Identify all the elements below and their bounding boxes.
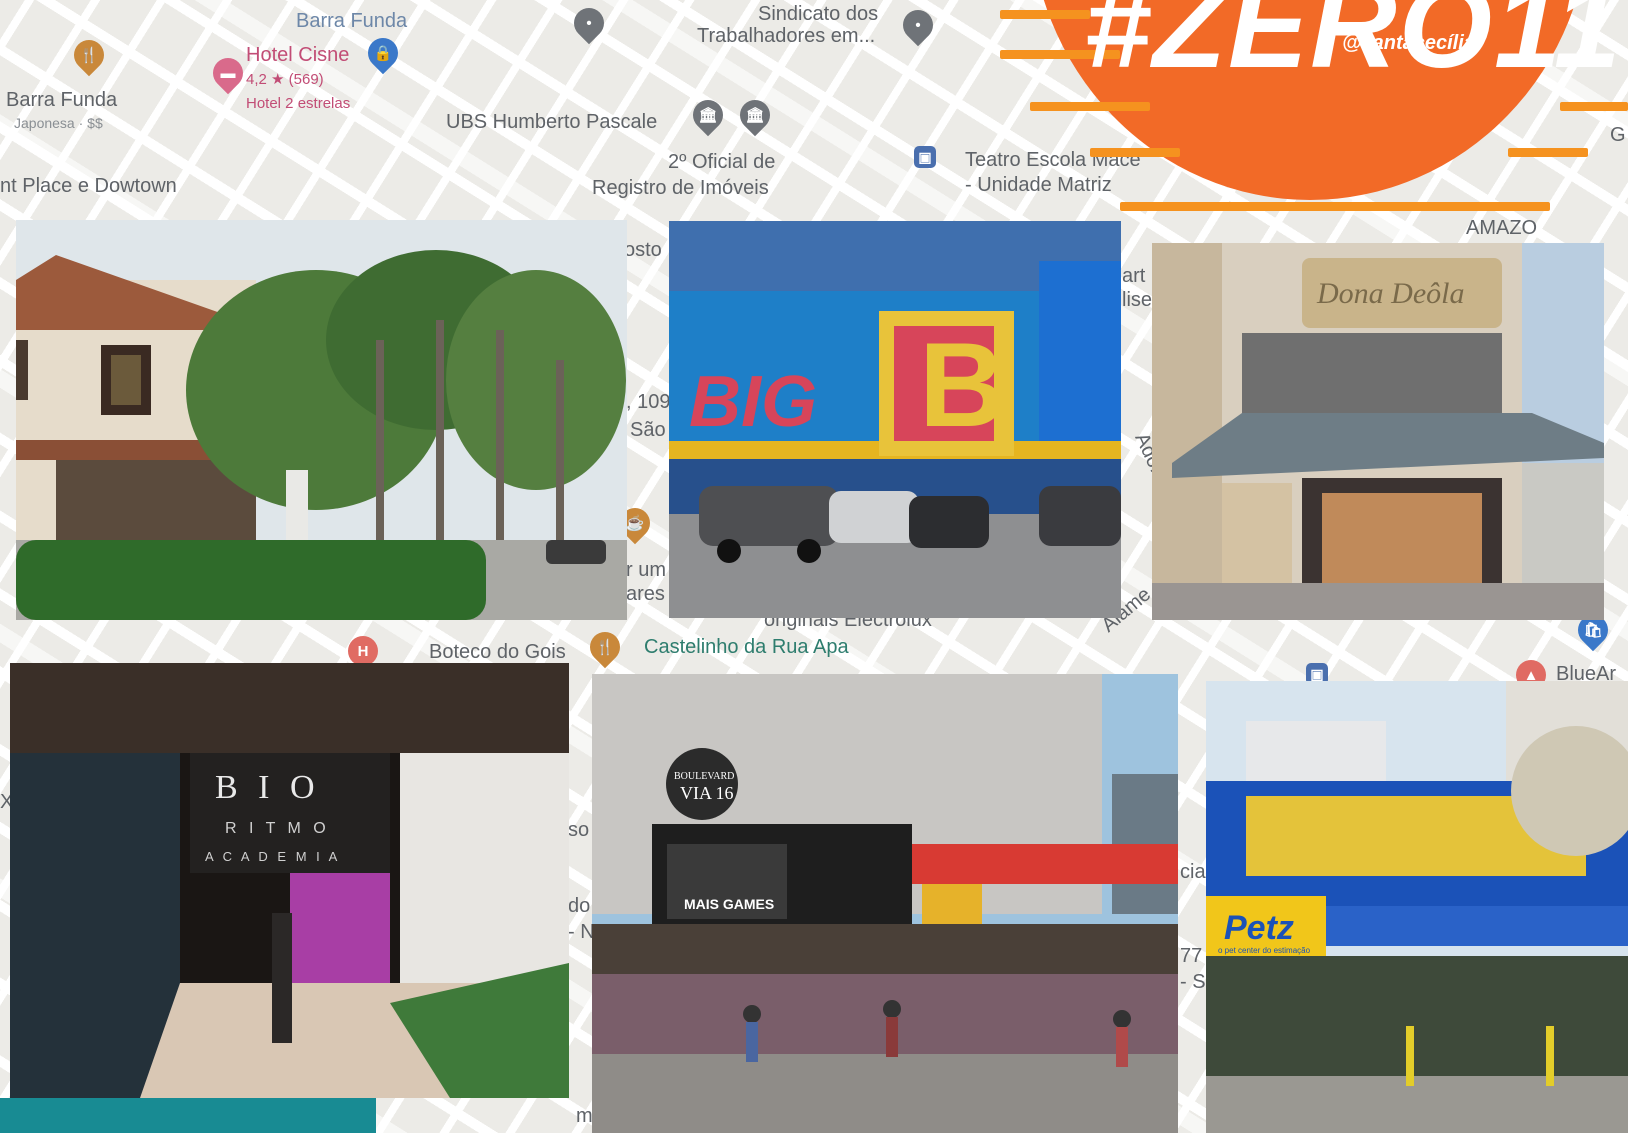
map-label-castelinho: Castelinho da Rua Apa — [644, 636, 849, 658]
map-label-ares: ares — [626, 583, 665, 605]
photo-petz-store: Petz o pet center do estimação — [1206, 681, 1628, 1133]
map-label-boteco: Boteco do Gois — [429, 641, 566, 663]
boulevard-sign-line1: BOULEVARD — [674, 771, 734, 782]
dona-deola-sign: Dona Deôla — [1316, 277, 1464, 310]
photo-big-supermarket: B BIG — [669, 221, 1121, 618]
map-label-hotel-rating: 4,2 ★ (569) — [246, 71, 324, 88]
map-label-sindicato: Sindicato dos — [758, 3, 879, 25]
location-pin-icon[interactable]: • — [896, 3, 940, 47]
restaurant-pin-icon[interactable]: 🍴 — [583, 625, 627, 669]
photo-dona-deola-bakery: Dona Deôla — [1152, 243, 1604, 620]
banner-stripe — [1030, 102, 1150, 111]
map-label-hotel-stars: Hotel 2 estrelas — [246, 95, 351, 112]
petz-sign: Petz — [1224, 909, 1294, 947]
bio-sign: B I O — [215, 769, 321, 806]
map-label-place-downtown: nt Place e Dowtown — [0, 175, 177, 197]
map-label-cia: cia — [1180, 861, 1206, 883]
zero11-banner: #ZERO11 @santacecília — [1000, 0, 1628, 230]
hotel-pin-icon[interactable]: ▬ — [206, 51, 250, 95]
map-label-num-77: 77 — [1180, 945, 1203, 967]
bus-stop-icon[interactable]: ▣ — [914, 146, 936, 168]
government-pin-icon[interactable]: 🏛 — [686, 93, 730, 137]
map-label-barra-funda-station: Barra Funda — [296, 10, 408, 32]
map-label-lise: lise — [1122, 289, 1153, 311]
petz-subtitle: o pet center do estimação — [1218, 946, 1311, 955]
map-label-n: - N — [568, 921, 595, 943]
map-label-barra-funda-restaurant: Barra Funda — [6, 89, 118, 111]
photo-historic-building — [16, 220, 627, 620]
boulevard-sign-line2: VIA 16 — [680, 783, 734, 803]
map-label-hotel-cisne[interactable]: Hotel Cisne — [246, 45, 349, 65]
banner-stripe — [1120, 202, 1550, 211]
banner-stripe — [1090, 148, 1180, 157]
photo-mais-games-street: BOULEVARD VIA 16 MAIS GAMES — [592, 674, 1178, 1133]
banner-stripe — [1000, 10, 1090, 19]
banner-stripe — [1560, 102, 1628, 111]
map-label-um: r um — [626, 559, 666, 581]
map-label-oficial: 2º Oficial de — [668, 151, 776, 173]
map-label-posto: osto — [624, 239, 662, 261]
banner-handle: @santacecília — [1342, 32, 1475, 54]
map-label-do: do — [568, 895, 591, 917]
academia-sign: A C A D E M I A — [205, 849, 340, 864]
map-label-s: - S — [1180, 971, 1206, 993]
map-label-registro: Registro de Imóveis — [592, 177, 769, 199]
map-label-sao: São — [630, 419, 666, 441]
banner-stripe — [1508, 148, 1588, 157]
teal-footer-block — [0, 1098, 376, 1133]
government-pin-icon[interactable]: 🏛 — [733, 93, 777, 137]
mais-games-sign: MAIS GAMES — [684, 896, 774, 912]
map-label-so: so — [568, 819, 590, 841]
map-label-ubs: UBS Humberto Pascale — [446, 111, 658, 133]
map-label-restaurant-category: Japonesa · $$ — [14, 115, 103, 131]
shopping-pin-icon[interactable]: 🔒 — [361, 31, 405, 75]
location-pin-icon[interactable]: • — [567, 1, 611, 45]
map-label-art: art — [1122, 265, 1146, 287]
map-label-num-109: , 109 — [626, 391, 671, 413]
big-text-sign: BIG — [689, 362, 817, 442]
ritmo-sign: R I T M O — [225, 820, 330, 837]
photo-bio-ritmo-gym: B I O R I T M O A C A D E M I A — [10, 663, 569, 1098]
restaurant-pin-icon[interactable]: 🍴 — [67, 33, 111, 77]
big-letter-sign: B — [919, 318, 1006, 452]
map-label-trabalhadores: Trabalhadores em... — [697, 25, 876, 47]
